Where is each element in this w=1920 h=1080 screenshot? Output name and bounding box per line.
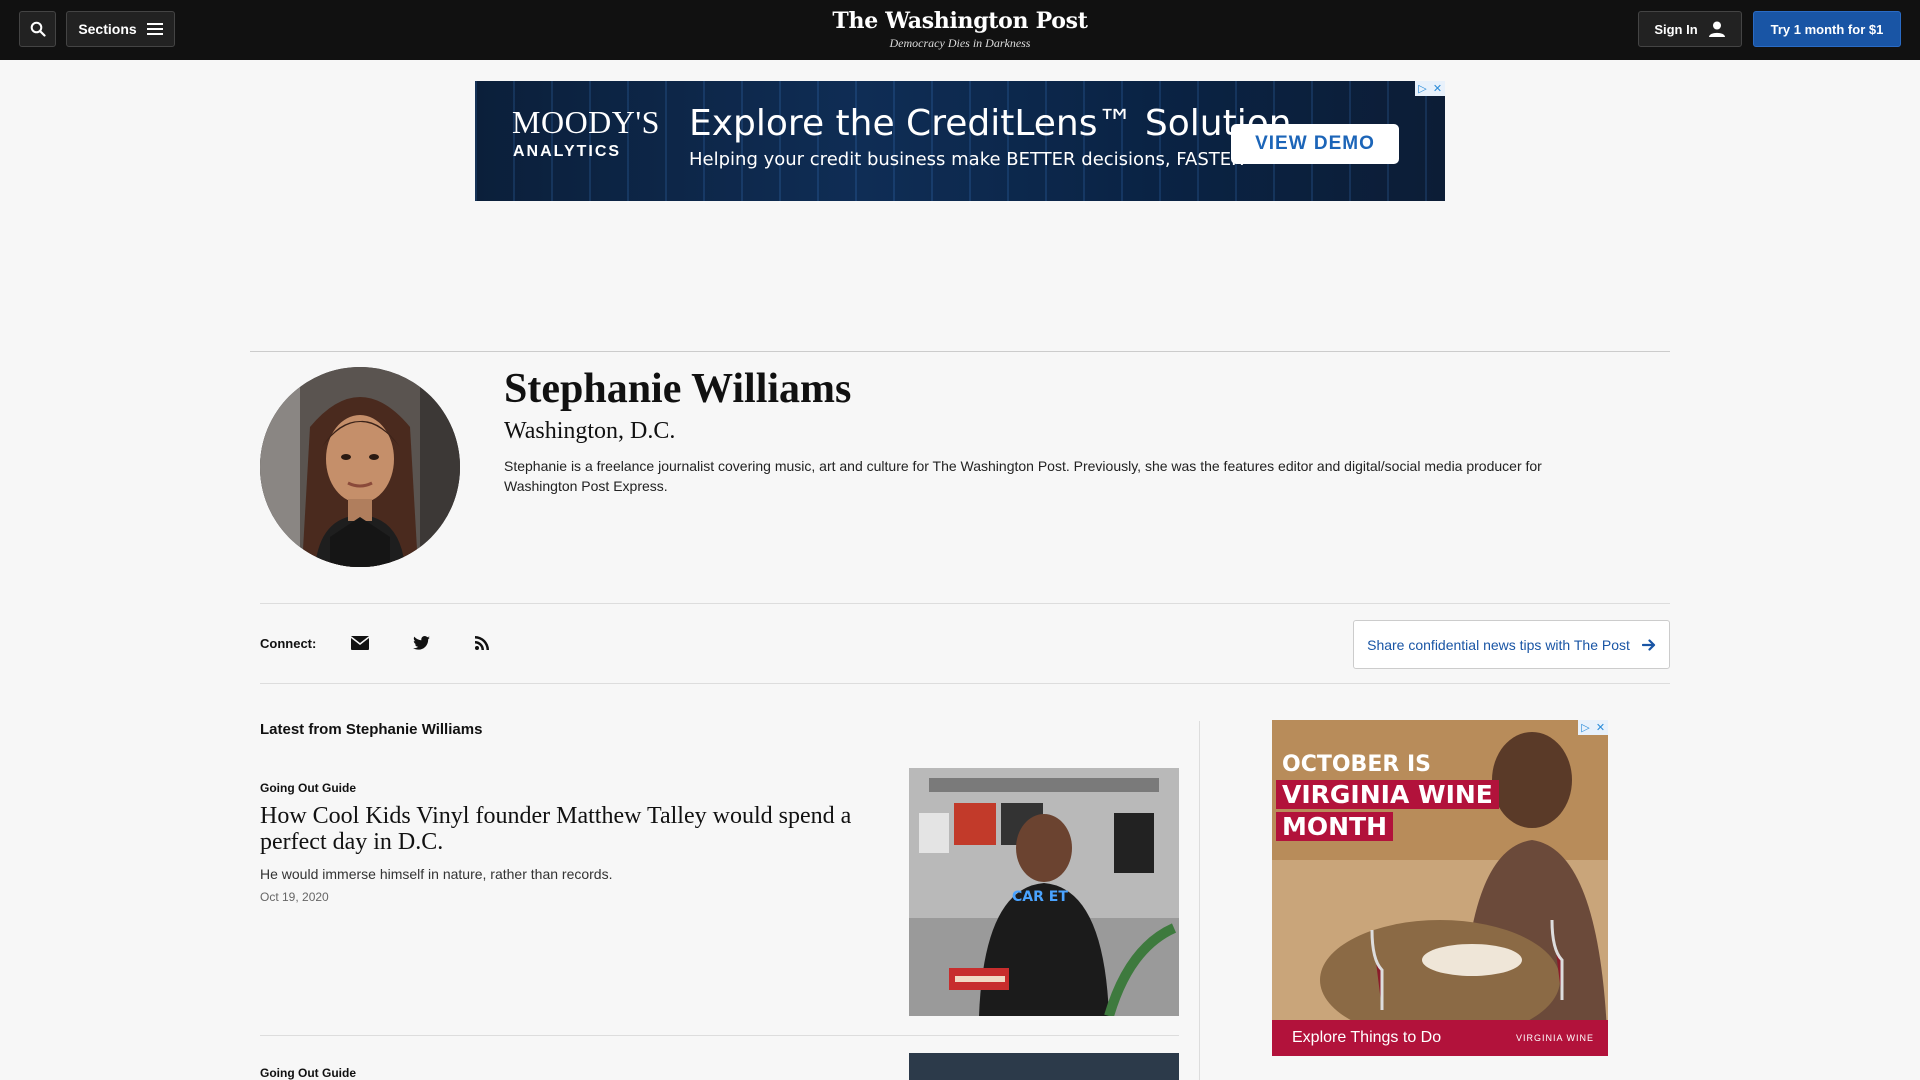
story-image[interactable]: CAR ET bbox=[909, 768, 1179, 1016]
leaderboard-ad[interactable]: MOODY'S ANALYTICS Explore the CreditLens… bbox=[475, 81, 1445, 201]
news-tips-button[interactable]: Share confidential news tips with The Po… bbox=[1353, 620, 1670, 669]
arrow-right-icon bbox=[1641, 638, 1655, 651]
twitter-icon[interactable] bbox=[409, 632, 433, 654]
story-kicker[interactable]: Going Out Guide bbox=[260, 1066, 356, 1080]
ad-subline: Helping your credit business make BETTER… bbox=[689, 149, 1244, 170]
author-avatar bbox=[260, 367, 460, 567]
story-blurb: He would immerse himself in nature, rath… bbox=[260, 866, 613, 882]
search-button[interactable] bbox=[19, 11, 56, 47]
divider bbox=[250, 351, 1670, 352]
ad-side-cta-bar[interactable]: Explore Things to Do VIRGINIA WINE bbox=[1272, 1020, 1608, 1056]
divider bbox=[260, 1035, 1179, 1036]
author-location: Washington, D.C. bbox=[504, 418, 676, 444]
divider bbox=[260, 683, 1670, 684]
sections-label: Sections bbox=[78, 21, 137, 37]
close-icon[interactable]: ✕ bbox=[1593, 720, 1608, 735]
adchoices-icon[interactable]: ▷ bbox=[1578, 720, 1593, 735]
masthead-logo[interactable]: The Washington Post Democracy Dies in Da… bbox=[760, 8, 1160, 51]
ad-side-line1: OCTOBER IS bbox=[1282, 752, 1431, 777]
author-bio: Stephanie is a freelance journalist cove… bbox=[504, 458, 1542, 494]
ad-choices[interactable]: ▷ ✕ bbox=[1415, 81, 1445, 96]
ad-choices[interactable]: ▷ ✕ bbox=[1578, 720, 1608, 735]
search-icon bbox=[30, 21, 46, 37]
story-headline[interactable]: How Cool Kids Vinyl founder Matthew Tall… bbox=[260, 803, 860, 855]
sections-menu-button[interactable]: Sections bbox=[66, 11, 175, 47]
ad-side-logo: VIRGINIA WINE bbox=[1515, 1033, 1594, 1043]
adchoices-icon[interactable]: ▷ bbox=[1415, 81, 1430, 96]
news-tips-label: Share confidential news tips with The Po… bbox=[1367, 636, 1630, 653]
connect-label: Connect: bbox=[260, 636, 317, 651]
author-name: Stephanie Williams bbox=[504, 366, 852, 412]
ad-view-demo-button[interactable]: VIEW DEMO bbox=[1231, 124, 1399, 164]
sidebar-ad[interactable]: OCTOBER IS VIRGINIA WINE MONTH Explore T… bbox=[1272, 720, 1608, 1056]
email-icon[interactable] bbox=[348, 632, 372, 654]
latest-section-title: Latest from Stephanie Williams bbox=[260, 721, 483, 738]
ad-side-line3: MONTH bbox=[1276, 812, 1394, 841]
story-kicker[interactable]: Going Out Guide bbox=[260, 781, 356, 795]
column-divider bbox=[1199, 721, 1200, 1080]
sign-in-label: Sign In bbox=[1654, 21, 1698, 37]
top-navigation-bar: Sections The Washington Post Democracy D… bbox=[0, 0, 1920, 60]
close-icon[interactable]: ✕ bbox=[1430, 81, 1445, 96]
logo-text: The Washington Post bbox=[832, 8, 1088, 34]
story-image[interactable] bbox=[909, 1053, 1179, 1080]
ad-brand: MOODY'S bbox=[512, 104, 660, 140]
story-date: Oct 19, 2020 bbox=[260, 890, 329, 904]
ad-side-line2: VIRGINIA WINE bbox=[1276, 780, 1499, 809]
tagline: Democracy Dies in Darkness bbox=[889, 36, 1031, 50]
ad-brand-sub: ANALYTICS bbox=[513, 143, 622, 160]
shirt-print-text: CAR ET bbox=[1012, 889, 1068, 905]
sign-in-button[interactable]: Sign In bbox=[1638, 11, 1742, 47]
ad-headline: Explore the CreditLens™ Solution bbox=[689, 103, 1292, 144]
ad-side-cta: Explore Things to Do bbox=[1292, 1029, 1442, 1046]
rss-icon[interactable] bbox=[470, 632, 494, 654]
subscribe-trial-button[interactable]: Try 1 month for $1 bbox=[1753, 11, 1901, 47]
user-icon bbox=[1708, 21, 1725, 37]
hamburger-icon bbox=[146, 23, 163, 35]
divider bbox=[260, 603, 1670, 604]
